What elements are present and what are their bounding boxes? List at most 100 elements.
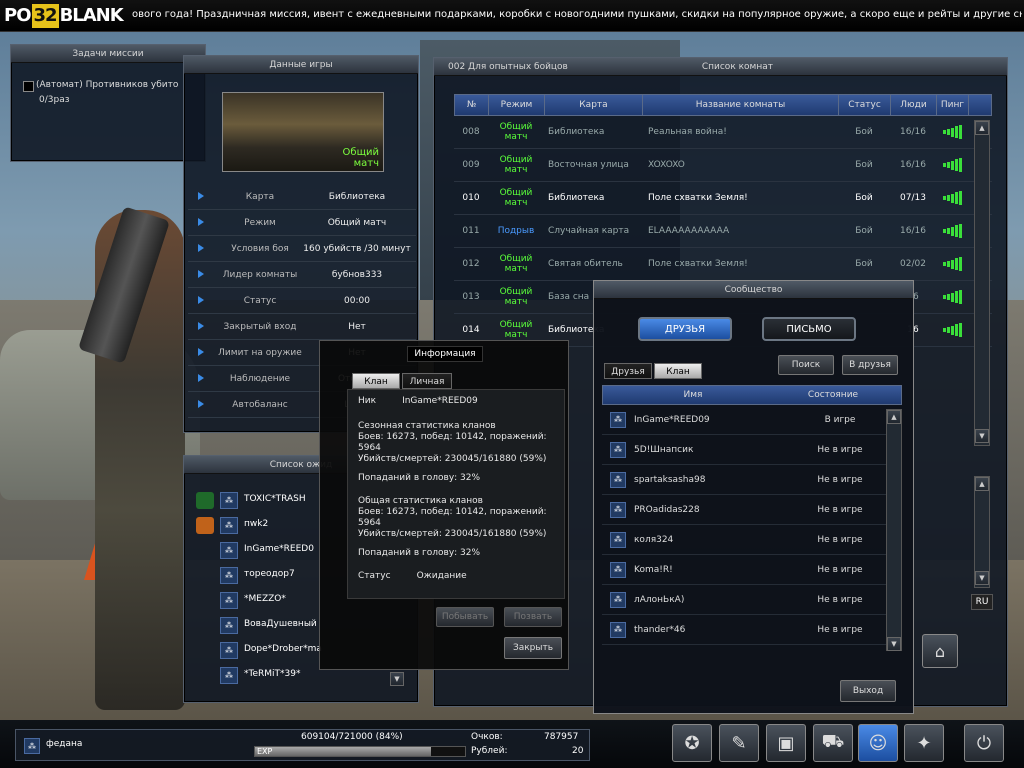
player-info-popup: Информация Клан Личная Ник InGame*REED09 …	[319, 340, 569, 670]
exit-nav-button[interactable]: ⏻	[964, 724, 1004, 762]
emblem-nav-button[interactable]: ✪	[672, 724, 712, 762]
rank-icon: ⁂	[610, 591, 626, 608]
community-nav-button[interactable]: ☺	[858, 724, 898, 762]
waiting-player-name: InGame*REED0	[244, 544, 314, 554]
clan-member-row[interactable]: ⁂ Koma!R! Не в игре	[602, 555, 902, 585]
scroll-down-button[interactable]: ▼	[975, 429, 989, 443]
tab-friends[interactable]: ДРУЗЬЯ	[638, 317, 732, 341]
tab-clan[interactable]: Клан	[352, 373, 400, 389]
subtab-friends[interactable]: Друзья	[604, 363, 652, 379]
rank-icon: ⁂	[610, 501, 626, 518]
clan-member-row[interactable]: ⁂ коля324 Не в игре	[602, 525, 902, 555]
clan-scroll-up-button[interactable]: ▲	[887, 410, 901, 424]
room-row[interactable]: 012 Общий матч Святая обитель Поле схватки …	[454, 248, 992, 281]
room-row[interactable]: 009 Общий матч Восточная улица XOXOXO Бой 16/…	[454, 149, 992, 182]
clan-member-name: Koma!R!	[634, 564, 673, 575]
clan-member-table: Имя Состояние ⁂ InGame*REED09 В игре ⁂ 5D!Шн…	[602, 385, 902, 645]
game-data-value: 160 убийств /30 минут	[303, 244, 411, 254]
room-mode: Общий матч	[499, 287, 533, 307]
rank-icon: ⁂	[220, 592, 238, 609]
clan-member-row[interactable]: ⁂ 5D!Шнапсик Не в игре	[602, 435, 902, 465]
game-data-row: Условия боя 160 убийств /30 минут	[188, 236, 416, 262]
room-people: 02/02	[900, 259, 926, 269]
chat-scroll-up-button[interactable]: ▲	[975, 477, 989, 491]
search-button[interactable]: Поиск	[778, 355, 834, 375]
inventory-nav-button[interactable]: ✎	[719, 724, 759, 762]
room-col-header[interactable]: Режим	[489, 95, 545, 115]
exit-button[interactable]: Выход	[840, 680, 896, 702]
clan-member-state: В игре	[824, 414, 856, 425]
room-people: 16/16	[900, 160, 926, 170]
rank-icon: ⁂	[220, 567, 238, 584]
tab-personal[interactable]: Личная	[402, 373, 452, 389]
language-indicator[interactable]: RU	[971, 594, 993, 610]
ping-bars-icon	[942, 323, 962, 337]
room-mode: Общий матч	[499, 122, 533, 142]
visit-button[interactable]: Побывать	[436, 607, 494, 627]
room-name: Реальная война!	[648, 127, 727, 137]
room-col-header[interactable]: Статус	[839, 95, 891, 115]
shop-nav-button[interactable]: ⛟	[813, 724, 853, 762]
mission-task-text: (Автомат) Противников убито	[36, 80, 179, 90]
room-map: Восточная улица	[548, 160, 629, 170]
room-col-header[interactable]: Карта	[545, 95, 643, 115]
room-col-header[interactable]: Люди	[891, 95, 937, 115]
create-room-button[interactable]: ⌂	[922, 634, 958, 668]
emblem-icon: ✪	[684, 732, 700, 754]
rank-icon: ⁂	[220, 667, 238, 684]
room-row[interactable]: 010 Общий матч Библиотека Поле схватки Земл…	[454, 182, 992, 215]
add-friend-button[interactable]: В друзья	[842, 355, 898, 375]
room-row[interactable]: 008 Общий матч Библиотека Реальная война! Бо…	[454, 116, 992, 149]
clan-member-row[interactable]: ⁂ spartaksasha98 Не в игре	[602, 465, 902, 495]
waiting-scroll-down-button[interactable]: ▼	[390, 672, 404, 686]
clan-member-state: Не в игре	[817, 564, 863, 575]
game-data-label: Автобаланс	[232, 400, 288, 410]
clan-table-header: Имя Состояние	[602, 385, 902, 405]
clan-member-state: Не в игре	[817, 444, 863, 455]
clan-list-scrollbar[interactable]: ▲	[886, 409, 902, 651]
arrow-icon	[198, 270, 204, 278]
tab-mail[interactable]: ПИСЬМО	[762, 317, 856, 341]
room-people: 16/16	[900, 127, 926, 137]
room-list-scrollbar[interactable]: ▲	[974, 120, 990, 446]
game-data-label: Режим	[244, 218, 276, 228]
subtab-clan[interactable]: Клан	[654, 363, 702, 379]
clan-member-row[interactable]: ⁂ PROadidas228 Не в игре	[602, 495, 902, 525]
waiting-player-name: пwk2	[244, 519, 269, 529]
player-status-bar: ⁂ федана 609104/721000 (84%) EXP Очков: …	[15, 729, 590, 761]
room-people: 07/13	[900, 193, 926, 203]
nick-label: Ник	[358, 396, 377, 406]
clan-member-row[interactable]: ⁂ thander*46 Не в игре	[602, 615, 902, 645]
scroll-up-button[interactable]: ▲	[975, 121, 989, 135]
arrow-icon	[198, 244, 204, 252]
close-button[interactable]: Закрыть	[504, 637, 562, 659]
community-icon: ☺	[868, 732, 888, 754]
clan-member-row[interactable]: ⁂ лАлонЬкА) Не в игре	[602, 585, 902, 615]
settings-nav-button[interactable]: ✦	[904, 724, 944, 762]
room-col-header[interactable]: №	[455, 95, 489, 115]
clan-member-state: Не в игре	[817, 474, 863, 485]
total-stats-title: Общая статистика кланов	[358, 496, 483, 506]
call-button[interactable]: Позвать	[504, 607, 562, 627]
bag-nav-button[interactable]: ▣	[766, 724, 806, 762]
room-status: Бой	[855, 193, 873, 203]
season-headshots: Попаданий в голову: 32%	[358, 473, 481, 483]
mission-checkbox[interactable]	[23, 81, 34, 92]
map-preview-image: Общий матч	[222, 92, 384, 172]
points-value: 787957	[544, 732, 579, 742]
room-col-header[interactable]: Название комнаты	[643, 95, 839, 115]
clan-scroll-down-button[interactable]: ▼	[887, 637, 901, 651]
arrow-icon	[198, 322, 204, 330]
chat-scroll-down-button[interactable]: ▼	[975, 571, 989, 585]
clan-member-row[interactable]: ⁂ InGame*REED09 В игре	[602, 405, 902, 435]
waiting-player-name: *TeRMiT*39*	[244, 669, 301, 679]
waiting-player-name: ВоваДушевный	[244, 619, 317, 629]
community-panel: Сообщество ДРУЗЬЯ ПИСЬМО Друзья Клан Пои…	[593, 280, 914, 714]
total-headshots: Попаданий в голову: 32%	[358, 548, 481, 558]
total-battles: Боев: 16273, побед: 10142, поражений: 59…	[358, 507, 547, 528]
arrow-icon	[198, 218, 204, 226]
room-col-header[interactable]: Пинг	[937, 95, 969, 115]
rank-icon: ⁂	[220, 642, 238, 659]
room-row[interactable]: 011 Подрыв Случайная карта ELAAAAAAAAAAA Бой…	[454, 215, 992, 248]
game-data-label: Лимит на оружие	[218, 348, 302, 358]
